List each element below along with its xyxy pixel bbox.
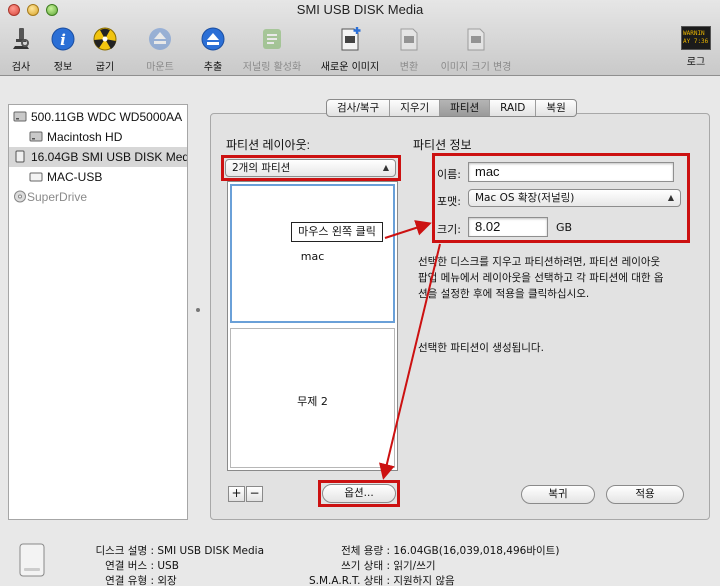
partition-name-1: mac [300,250,325,263]
disk-info-footer: 디스크 설명 : SMI USB DISK Media 연결 버스 : USB … [0,528,720,586]
window-title: SMI USB DISK Media [296,2,424,17]
info-write-status: 쓰기 상태 : 읽기/쓰기 [341,560,436,572]
annotation-highlight-layout [221,155,401,181]
microscope-icon [13,28,29,49]
info-icon: i [51,27,75,51]
partition-info-title: 파티션 정보 [413,138,472,152]
toolbar-log[interactable]: WARNIN AY 7:36 로그 [678,26,714,68]
new-image-icon [341,27,361,51]
annotation-highlight-options [318,480,400,507]
toolbar-burn[interactable]: 굽기 [88,26,122,73]
tab-partition[interactable]: 파티션 [440,100,491,116]
usb-disk-icon [15,150,25,163]
toolbar-enable-journaling[interactable]: 저널링 활성화 [236,26,308,73]
tab-raid[interactable]: RAID [490,100,537,116]
remove-partition-button[interactable]: − [246,486,263,502]
info-smart-status: S.M.A.R.T. 상태 : 지원하지 않음 [308,575,455,586]
annotation-highlight-info [432,153,690,243]
sidebar-item-internal-disk[interactable]: 500.11GB WDC WD5000AA [9,107,187,127]
sidebar-item-superdrive[interactable]: SuperDrive [9,187,187,207]
info-capacity: 전체 용량 : 16.04GB(16,039,018,496바이트) [341,545,560,557]
tab-erase[interactable]: 지우기 [390,100,441,116]
disk-list-sidebar: 500.11GB WDC WD5000AA Macintosh HD 16.04… [8,104,188,520]
toolbar-eject[interactable]: 추출 [196,26,230,73]
burn-icon [93,27,117,51]
partition-block-1[interactable]: mac [230,184,395,323]
journal-icon [263,29,281,49]
status-text: 선택한 파티션이 생성됩니다. [418,342,544,354]
volume-icon [29,172,43,182]
toolbar-new-image[interactable]: 새로운 이미지 [314,26,386,73]
toolbar-mount[interactable]: 마운트 [138,26,182,73]
log-icon: WARNIN AY 7:36 [681,26,711,50]
tab-bar: 검사/복구 지우기 파티션 RAID 복원 [326,99,577,117]
partition-name-2: 무제 2 [297,395,328,408]
tab-first-aid[interactable]: 검사/복구 [327,100,391,116]
resize-image-icon [467,28,485,51]
info-bus: 연결 버스 : USB [105,560,179,572]
hard-disk-icon [13,111,27,122]
instructions-text: 선택한 디스크를 지우고 파티션하려면, 파티션 레이아웃 팝업 메뉴에서 레이… [418,256,664,300]
eject-icon [201,27,225,51]
tab-restore[interactable]: 복원 [536,100,575,116]
mount-icon [149,28,171,50]
sidebar-item-usb-disk[interactable]: 16.04GB SMI USB DISK Med [9,147,187,167]
toolbar-info[interactable]: i 정보 [46,26,80,73]
sidebar-item-macintosh-hd[interactable]: Macintosh HD [9,127,187,147]
convert-icon [400,28,418,51]
revert-button[interactable]: 복귀 [521,485,595,504]
split-view-handle[interactable] [196,308,200,312]
sidebar-item-mac-usb[interactable]: MAC-USB [9,167,187,187]
optical-disc-icon [14,190,26,203]
usb-disk-large-icon [19,543,45,577]
info-connection-type: 연결 유형 : 외장 [105,575,177,586]
layout-section-title: 파티션 레이아웃: [226,138,310,152]
apply-button[interactable]: 적용 [606,485,684,504]
toolbar-resize-image[interactable]: 이미지 크기 변경 [430,26,522,73]
info-description: 디스크 설명 : SMI USB DISK Media [95,545,264,557]
toolbar-convert[interactable]: 변환 [392,26,426,73]
toolbar-verify[interactable]: 검사 [4,26,38,73]
partition-block-2[interactable]: 무제 2 [230,328,395,468]
add-partition-button[interactable]: + [228,486,245,502]
annotation-callout: 마우스 왼쪽 클릭 [291,222,383,242]
volume-icon [29,131,43,142]
title-bar: SMI USB DISK Media 검사 i 정보 굽기 마운트 추출 저널링… [0,0,720,76]
svg-text:i: i [60,31,66,49]
